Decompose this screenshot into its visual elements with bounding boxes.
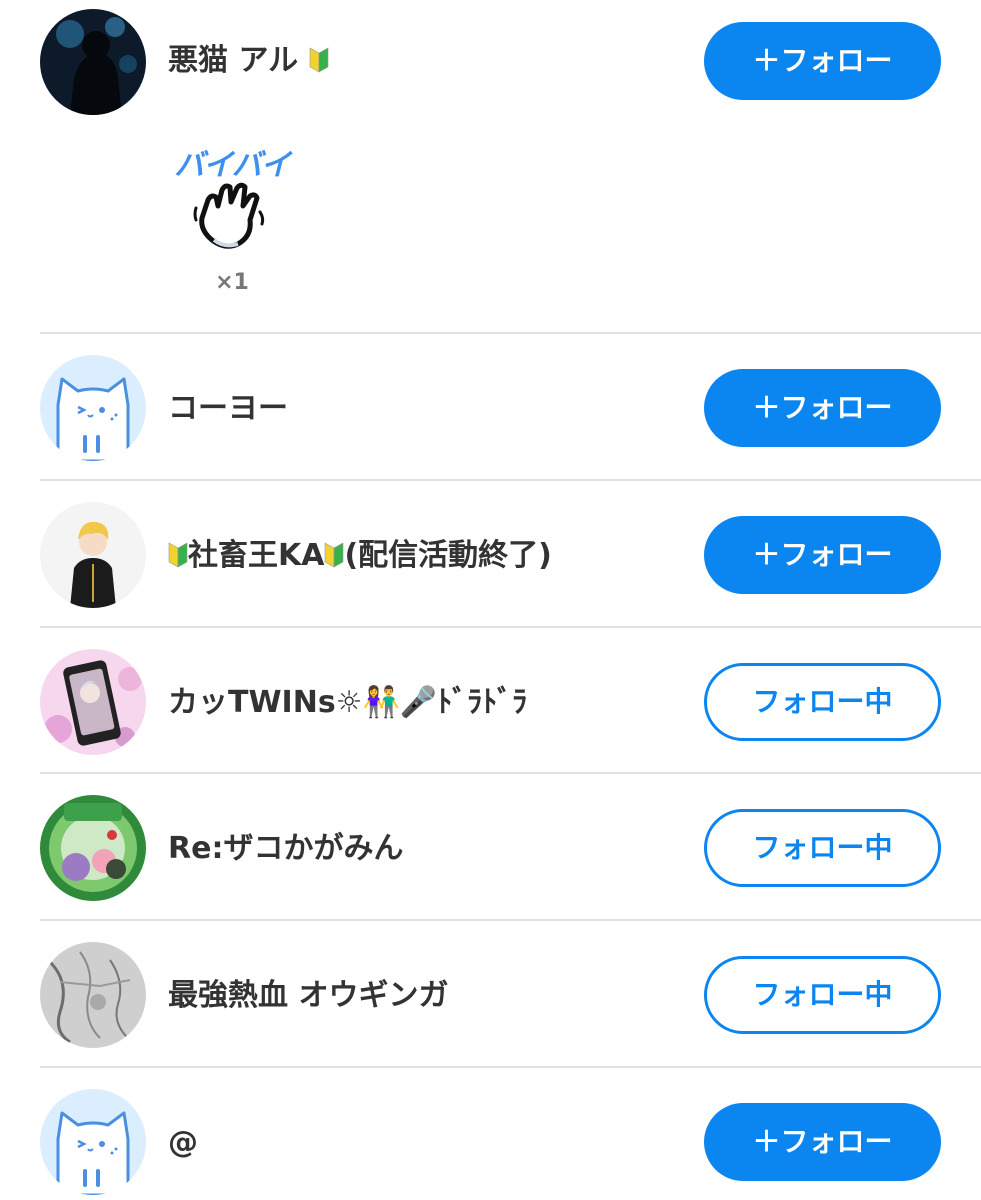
following-button[interactable]: フォロー中 [704, 663, 941, 741]
user-row[interactable]: カッTWINs☼👫🎤ﾄﾞﾗﾄﾞﾗ フォロー中 [0, 628, 981, 774]
following-button[interactable]: フォロー中 [704, 956, 941, 1034]
user-name[interactable]: コーヨー [168, 389, 288, 429]
user-row[interactable]: 最強熱血 オウギンガ フォロー中 [0, 921, 981, 1067]
user-name[interactable]: 最強熱血 オウギンガ [168, 976, 448, 1016]
user-row[interactable]: 悪猫 アル ＋フォロー バイバイ ×1 [0, 0, 981, 333]
user-row[interactable]: コーヨー ＋フォロー [0, 334, 981, 480]
user-avatar[interactable] [40, 649, 146, 755]
user-avatar[interactable] [40, 795, 146, 901]
user-row[interactable]: 社畜王KA (配信活動終了) ＋フォロー [0, 481, 981, 627]
user-name[interactable]: @ [168, 1123, 198, 1163]
follow-button[interactable]: ＋フォロー [704, 369, 941, 447]
user-avatar[interactable] [40, 502, 146, 608]
default-cat-avatar-icon[interactable] [40, 1089, 146, 1195]
stamp-count: ×1 [215, 270, 249, 295]
user-row[interactable]: Re:ザコかがみん フォロー中 [0, 774, 981, 920]
beginner-mark-icon [168, 539, 188, 579]
user-row[interactable]: @ ＋フォロー [0, 1068, 981, 1200]
beginner-mark-icon [324, 539, 344, 579]
follow-button[interactable]: ＋フォロー [704, 22, 941, 100]
follow-button[interactable]: ＋フォロー [704, 1103, 941, 1181]
user-name[interactable]: 社畜王KA (配信活動終了) [168, 536, 552, 576]
user-avatar[interactable] [40, 9, 146, 115]
waving-hand-icon [190, 178, 270, 262]
user-avatar[interactable] [40, 942, 146, 1048]
user-name[interactable]: カッTWINs☼👫🎤ﾄﾞﾗﾄﾞﾗ [168, 683, 527, 723]
user-name[interactable]: 悪猫 アル [168, 41, 329, 81]
default-cat-avatar-icon[interactable] [40, 355, 146, 461]
follow-button[interactable]: ＋フォロー [704, 516, 941, 594]
following-button[interactable]: フォロー中 [704, 809, 941, 887]
beginner-mark-icon [309, 44, 329, 84]
user-name[interactable]: Re:ザコかがみん [168, 829, 403, 869]
